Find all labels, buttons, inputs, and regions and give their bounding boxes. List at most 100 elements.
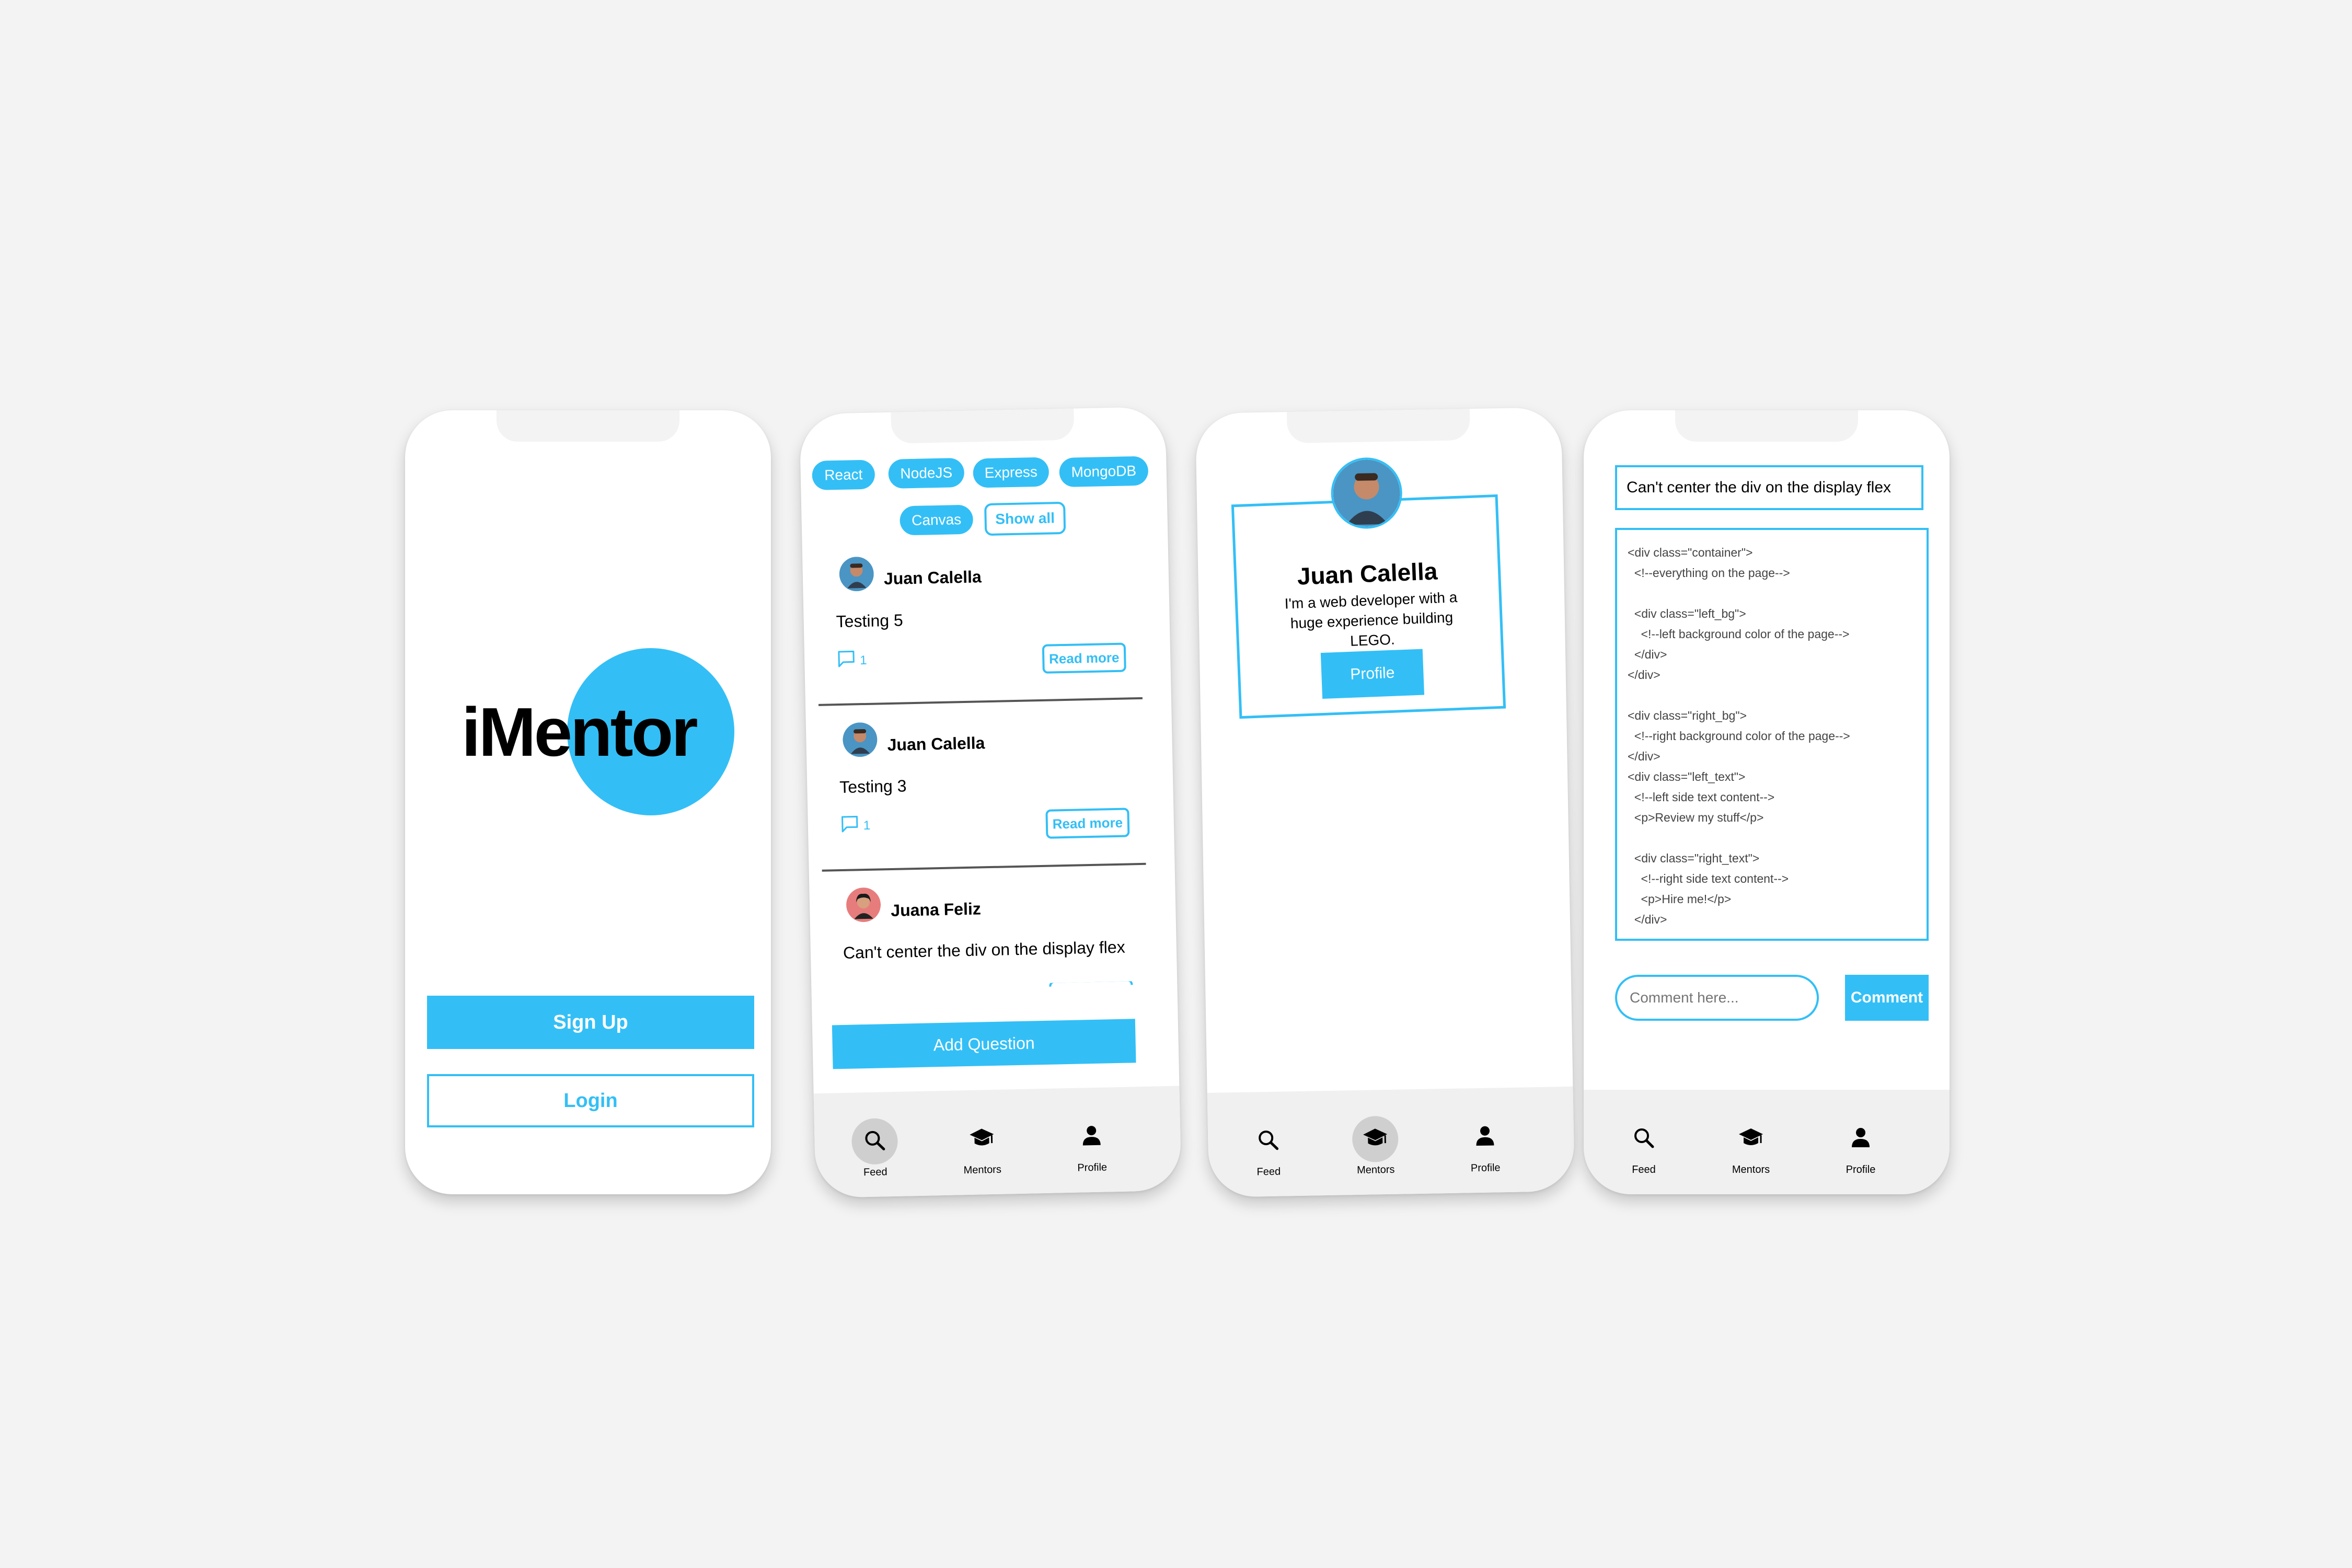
code-line: <div class="container"> bbox=[1628, 546, 1753, 559]
tab-label: Profile bbox=[1846, 1164, 1876, 1175]
bottom-tab-bar: Feed Mentors Profile bbox=[1207, 1086, 1575, 1197]
tag-nodejs[interactable]: NodeJS bbox=[888, 457, 965, 489]
notch bbox=[891, 408, 1075, 444]
code-line: <div class="right_bg"> bbox=[1628, 709, 1747, 722]
tab-feed-highlight bbox=[1245, 1117, 1292, 1165]
tab-profile[interactable]: Profile bbox=[1060, 1113, 1124, 1174]
tag-mongodb[interactable]: MongoDB bbox=[1059, 456, 1149, 488]
code-line: <div class="left_text"> bbox=[1628, 770, 1746, 783]
tab-profile-highlight bbox=[1068, 1113, 1115, 1160]
graduation-cap-icon bbox=[1362, 1126, 1389, 1152]
person-icon bbox=[1474, 1124, 1496, 1150]
app-logo: iMentor bbox=[462, 694, 698, 770]
code-line: <!--right background color of the page--… bbox=[1628, 729, 1850, 743]
read-more-button[interactable]: Read more bbox=[1042, 642, 1126, 674]
tab-label: Feed bbox=[1256, 1166, 1281, 1178]
tab-mentors-highlight bbox=[1352, 1115, 1399, 1163]
tab-mentors[interactable]: Mentors bbox=[950, 1115, 1014, 1177]
tab-label: Feed bbox=[863, 1166, 887, 1179]
tab-profile[interactable]: Profile bbox=[1829, 1116, 1892, 1176]
graduation-cap-icon bbox=[1738, 1126, 1764, 1152]
comment-count[interactable]: 1 bbox=[837, 649, 867, 672]
tab-label: Feed bbox=[1632, 1164, 1656, 1175]
code-line: <!--left background color of the page--> bbox=[1628, 627, 1850, 641]
avatar[interactable] bbox=[839, 557, 874, 592]
comment-input[interactable] bbox=[1615, 975, 1819, 1021]
phone-welcome: iMentor Sign Up Login bbox=[405, 410, 771, 1194]
graduation-cap-icon bbox=[969, 1126, 995, 1152]
tab-feed-highlight bbox=[1621, 1116, 1667, 1162]
question-title[interactable]: Can't center the div on the display flex bbox=[1615, 465, 1923, 510]
code-line: <!--left side text content--> bbox=[1628, 790, 1775, 804]
code-line: <div class="left_bg"> bbox=[1628, 607, 1746, 620]
tab-mentors-highlight bbox=[1728, 1116, 1774, 1162]
tab-feed[interactable]: Feed bbox=[843, 1117, 907, 1179]
phone-mentors: Juan Calella I'm a web developer with a … bbox=[1195, 407, 1575, 1197]
search-icon bbox=[863, 1128, 886, 1155]
tab-label: Profile bbox=[1077, 1161, 1108, 1174]
code-block[interactable]: <div class="container"> <!--everything o… bbox=[1615, 528, 1929, 941]
person-icon bbox=[1850, 1126, 1871, 1152]
comment-icon bbox=[840, 814, 859, 837]
post-author[interactable]: Juana Feliz bbox=[891, 899, 981, 920]
comment-count-value: 1 bbox=[863, 818, 871, 833]
show-all-button[interactable]: Show all bbox=[984, 501, 1066, 536]
post-author[interactable]: Juan Calella bbox=[884, 567, 982, 589]
comment-button[interactable]: Comment bbox=[1845, 975, 1929, 1021]
add-question-button[interactable]: Add Question bbox=[832, 1019, 1136, 1069]
tag-express[interactable]: Express bbox=[973, 457, 1050, 488]
divider bbox=[822, 862, 1146, 872]
avatar[interactable] bbox=[843, 722, 878, 757]
tab-feed-highlight bbox=[851, 1117, 898, 1165]
comment-icon bbox=[837, 649, 856, 672]
tab-profile-highlight bbox=[1461, 1114, 1508, 1161]
sign-up-button[interactable]: Sign Up bbox=[427, 996, 754, 1049]
tab-mentors[interactable]: Mentors bbox=[1343, 1115, 1407, 1177]
tab-label: Mentors bbox=[1732, 1164, 1770, 1175]
tab-label: Mentors bbox=[1356, 1163, 1395, 1177]
divider bbox=[818, 697, 1143, 706]
notch bbox=[1675, 410, 1858, 442]
post-title[interactable]: Can't center the div on the display flex bbox=[843, 938, 1125, 963]
code-line: <p>Hire me!</p> bbox=[1628, 892, 1732, 906]
login-button[interactable]: Login bbox=[427, 1074, 754, 1127]
notch bbox=[1286, 409, 1470, 444]
tab-feed[interactable]: Feed bbox=[1612, 1116, 1675, 1176]
code-line: <!--right side text content--> bbox=[1628, 872, 1789, 885]
profile-button[interactable]: Profile bbox=[1320, 649, 1425, 699]
code-line: </div> bbox=[1628, 648, 1667, 661]
code-line: </div> bbox=[1628, 913, 1667, 926]
person-icon bbox=[1081, 1124, 1102, 1150]
tab-mentors[interactable]: Mentors bbox=[1720, 1116, 1782, 1176]
code-line: <!--everything on the page--> bbox=[1628, 566, 1790, 580]
bottom-tab-bar: Feed Mentors Profile bbox=[1584, 1090, 1950, 1194]
notch bbox=[497, 410, 679, 442]
avatar[interactable] bbox=[846, 887, 881, 923]
tab-label: Mentors bbox=[963, 1163, 1002, 1177]
mentor-bio: I'm a web developer with a huge experien… bbox=[1284, 589, 1458, 649]
code-line: </div> bbox=[1628, 750, 1661, 763]
search-icon bbox=[1632, 1126, 1655, 1152]
tab-mentors-highlight bbox=[959, 1116, 1006, 1163]
search-icon bbox=[1256, 1128, 1280, 1154]
code-line: <p>Review my stuff</p> bbox=[1628, 811, 1764, 824]
comment-count[interactable]: 1 bbox=[840, 814, 871, 837]
post-author[interactable]: Juan Calella bbox=[887, 733, 985, 755]
code-line: </div> bbox=[1628, 668, 1661, 682]
post-title[interactable]: Testing 3 bbox=[839, 776, 907, 797]
code-line: <div class="right_text"> bbox=[1628, 851, 1760, 865]
tab-profile-highlight bbox=[1838, 1116, 1884, 1162]
tab-profile[interactable]: Profile bbox=[1453, 1114, 1517, 1175]
bottom-tab-bar: Feed Mentors Profile bbox=[813, 1086, 1182, 1198]
tag-react[interactable]: React bbox=[812, 459, 875, 491]
phone-feed: React NodeJS Express MongoDB Canvas Show… bbox=[799, 406, 1182, 1198]
read-more-button[interactable]: Read more bbox=[1045, 808, 1130, 839]
tag-canvas[interactable]: Canvas bbox=[900, 504, 974, 536]
phone-question: Can't center the div on the display flex… bbox=[1584, 410, 1950, 1194]
post-title[interactable]: Testing 5 bbox=[836, 610, 903, 631]
tab-label: Profile bbox=[1470, 1162, 1501, 1174]
tab-feed[interactable]: Feed bbox=[1237, 1117, 1300, 1179]
